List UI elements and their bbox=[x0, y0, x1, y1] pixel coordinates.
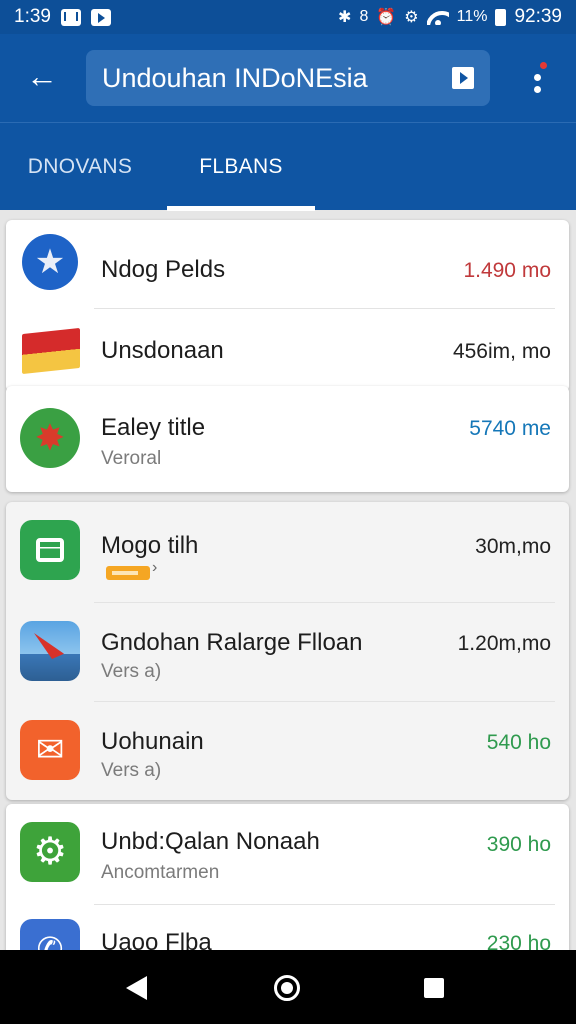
item-size: 1.490 mo bbox=[463, 259, 551, 282]
menu-dot bbox=[534, 86, 541, 93]
item-size: 540 ho bbox=[486, 731, 551, 754]
green-burst-icon bbox=[20, 408, 80, 468]
list-card: Ndog Pelds 1.490 mo Unsdonaan 456im, mo bbox=[6, 220, 569, 392]
item-title: Gndohan Ralarge Flloan bbox=[101, 629, 363, 656]
status-time: 1:39 bbox=[14, 6, 51, 27]
phone-icon bbox=[20, 919, 80, 950]
item-size: 1.20m,mo bbox=[457, 632, 551, 655]
overflow-menu-icon[interactable] bbox=[530, 62, 550, 96]
list-item[interactable]: Unbd:Qalan Nonaah Ancomtarmen 390 ho bbox=[6, 804, 569, 904]
item-title: Unsdonaan bbox=[101, 337, 224, 364]
item-subtitle: Vers a) bbox=[101, 760, 162, 781]
star-icon bbox=[22, 234, 78, 290]
list-item[interactable]: Mogo tilh › 30m,mo bbox=[6, 502, 569, 602]
back-arrow-icon[interactable]: ← bbox=[24, 58, 60, 94]
tab-files[interactable]: FLBANS bbox=[167, 123, 315, 211]
search-go-icon[interactable] bbox=[452, 67, 474, 89]
item-subtitle: Vers a) bbox=[101, 661, 162, 682]
alarm-icon: ⏰ bbox=[376, 9, 397, 26]
list-card: Mogo tilh › 30m,mo Gndohan Ralarge Flloa… bbox=[6, 502, 569, 800]
app-bar: ← Undouhan INDoNEsia bbox=[0, 34, 576, 122]
nav-recents-icon[interactable] bbox=[424, 978, 444, 998]
item-size: 390 ho bbox=[486, 833, 551, 856]
list-item[interactable]: Uohunain Vers a) 540 ho bbox=[6, 702, 569, 800]
gear-icon bbox=[20, 822, 80, 882]
flag-icon bbox=[22, 327, 80, 375]
photo-icon bbox=[20, 621, 80, 681]
search-query[interactable]: Undouhan INDoNEsia bbox=[102, 63, 368, 94]
item-title: Ealey title bbox=[101, 414, 206, 441]
item-subtitle: Ancomtarmen bbox=[101, 862, 220, 883]
mail-icon bbox=[20, 720, 80, 780]
item-size: 230 ho bbox=[486, 932, 551, 950]
battery-percent: 11% bbox=[456, 8, 488, 25]
document-icon bbox=[20, 520, 80, 580]
item-title: Uaoo Flba bbox=[101, 929, 212, 950]
notification-dot bbox=[540, 62, 547, 69]
item-title: Ndog Pelds bbox=[101, 256, 226, 283]
list-item[interactable]: Unsdonaan 456im, mo bbox=[6, 309, 569, 392]
search-box[interactable]: Undouhan INDoNEsia bbox=[86, 50, 490, 106]
play-notification-icon bbox=[90, 8, 111, 26]
list-item[interactable]: Gndohan Ralarge Flloan Vers a) 1.20m,mo bbox=[6, 603, 569, 701]
item-title: Uohunain bbox=[101, 728, 204, 755]
nav-back-icon[interactable] bbox=[126, 976, 147, 1000]
mail-notification-icon bbox=[60, 8, 81, 26]
status-clock: 92:39 bbox=[514, 6, 562, 27]
nav-home-icon[interactable] bbox=[274, 975, 300, 1001]
tab-bar: DNOVANS FLBANS bbox=[0, 122, 576, 211]
bluetooth-icon: ✱ bbox=[338, 9, 352, 26]
item-size: 456im, mo bbox=[452, 340, 551, 363]
item-size: 30m,mo bbox=[475, 535, 551, 558]
item-subtitle: Veroral bbox=[101, 448, 162, 469]
download-list[interactable]: Ndog Pelds 1.490 mo Unsdonaan 456im, mo … bbox=[0, 210, 576, 950]
menu-dot bbox=[534, 74, 541, 81]
chevron-right-icon: › bbox=[152, 559, 158, 576]
vibrate-icon: 8 bbox=[359, 8, 369, 25]
list-item[interactable]: Ndog Pelds 1.490 mo bbox=[6, 220, 569, 308]
item-size: 5740 me bbox=[469, 417, 551, 440]
tag-badge bbox=[106, 566, 150, 580]
list-item[interactable]: Ealey title Veroral 5740 me bbox=[6, 386, 569, 492]
list-card: Ealey title Veroral 5740 me bbox=[6, 386, 569, 492]
tab-downloads[interactable]: DNOVANS bbox=[0, 123, 160, 211]
item-title: Unbd:Qalan Nonaah bbox=[101, 828, 320, 855]
status-bar: 1:39 ✱ 8 ⏰ ⚙ 11% 92:39 bbox=[0, 0, 576, 34]
sync-icon: ⚙ bbox=[404, 9, 419, 26]
list-item[interactable]: Uaoo Flba 230 ho bbox=[6, 905, 569, 950]
system-nav-bar bbox=[0, 950, 576, 1024]
battery-icon bbox=[495, 8, 507, 26]
wifi-icon bbox=[426, 9, 449, 25]
list-card: Unbd:Qalan Nonaah Ancomtarmen 390 ho Uao… bbox=[6, 804, 569, 950]
item-title: Mogo tilh bbox=[101, 532, 199, 559]
